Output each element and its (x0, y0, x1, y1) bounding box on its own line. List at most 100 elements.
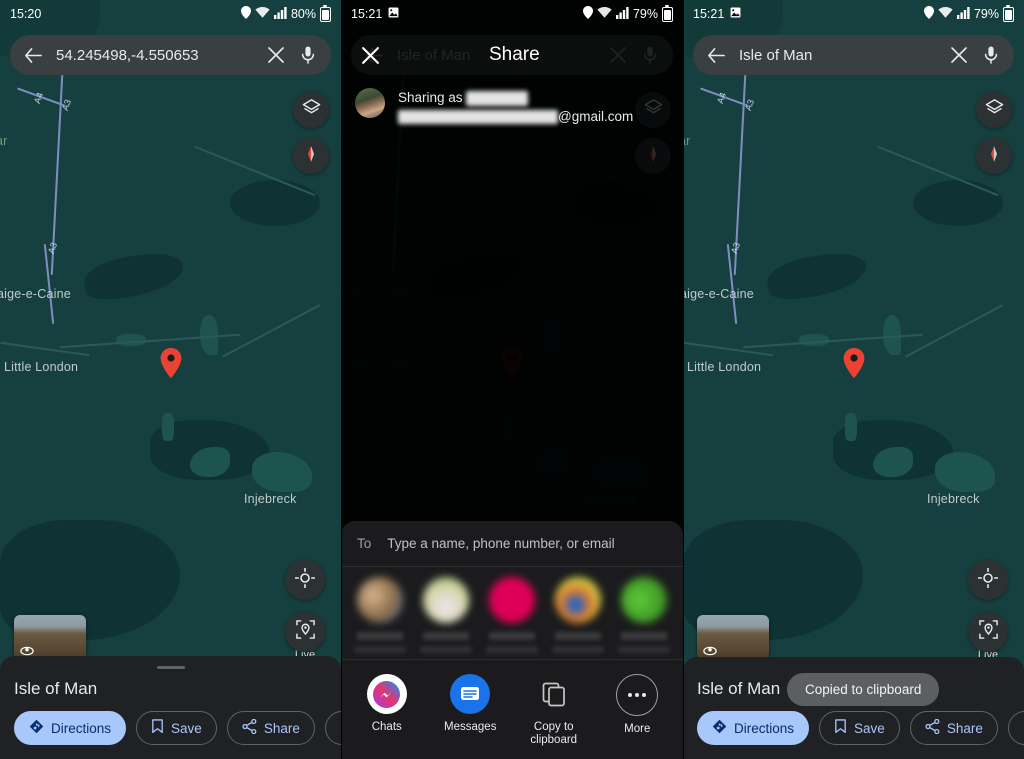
share-label: Share (946, 720, 983, 736)
contact-item[interactable] (481, 577, 543, 653)
messenger-icon (366, 674, 407, 714)
screenshot-icon (730, 7, 741, 21)
panel-search-result: laige-e-CaineLittle LondonInjebreckEast … (0, 0, 341, 759)
recipient-input[interactable]: Type a name, phone number, or email (387, 536, 614, 551)
contact-item[interactable] (349, 577, 411, 653)
close-icon[interactable] (359, 44, 381, 66)
street-view-thumbnail[interactable] (14, 615, 86, 659)
live-view-button[interactable]: Live (968, 612, 1008, 661)
contact-name (489, 632, 535, 640)
live-view-circle[interactable] (968, 612, 1008, 652)
bookmark-icon (834, 719, 847, 737)
microphone-icon[interactable] (297, 44, 319, 66)
drag-handle[interactable] (156, 666, 185, 669)
contact-item[interactable] (547, 577, 609, 653)
map-place-label: ar (683, 134, 691, 148)
panel-copied-result: laige-e-CaineLittle LondonInjebreckEast … (683, 0, 1024, 759)
bookmark-icon (151, 719, 164, 737)
contact-item[interactable] (415, 577, 477, 653)
sharing-as-prefix: Sharing as (398, 90, 463, 105)
compass-icon (302, 145, 320, 168)
map-place-label: Injebreck (244, 492, 297, 506)
map-terrain-shape (913, 180, 1003, 226)
share-target-copy[interactable]: Copy to clipboard (512, 674, 596, 747)
share-target-chats[interactable]: Chats (345, 674, 429, 747)
share-target-label: Messages (444, 721, 497, 733)
search-bar[interactable]: Isle of Man (693, 35, 1014, 75)
contact-name (357, 632, 403, 640)
more-icon (616, 674, 659, 716)
contact-avatar (423, 577, 469, 623)
map-place-label: Little London (4, 360, 79, 374)
place-actions: Directions Save Share Lab (683, 711, 1024, 759)
map-place-label: laige-e-Caine (683, 287, 754, 301)
pano-icon (703, 643, 717, 656)
layers-icon (985, 98, 1004, 122)
panel-divider (683, 0, 684, 759)
share-label: Share (263, 720, 300, 736)
back-arrow-icon[interactable] (705, 44, 727, 66)
live-view-button[interactable]: Live (285, 612, 325, 661)
back-arrow-icon[interactable] (22, 44, 44, 66)
map-marker[interactable] (843, 348, 865, 378)
contact-detail (420, 646, 472, 653)
layers-icon (302, 98, 321, 122)
contact-detail (552, 646, 604, 653)
share-button[interactable]: Share (226, 711, 315, 745)
place-title: Isle of Man (14, 679, 98, 698)
live-view-icon (295, 619, 316, 645)
share-target-label: More (624, 723, 651, 735)
close-icon[interactable] (265, 44, 287, 66)
contact-item[interactable] (613, 577, 675, 653)
directions-label: Directions (51, 720, 112, 736)
save-button[interactable]: Save (136, 711, 217, 745)
directions-button[interactable]: Directions (697, 711, 810, 745)
status-left: 15:20 (10, 7, 41, 21)
screenshot-icon (388, 7, 399, 21)
battery-percent: 80% (290, 7, 316, 21)
directions-icon (712, 719, 727, 737)
my-location-button[interactable] (285, 560, 325, 600)
directions-button[interactable]: Directions (14, 711, 127, 745)
map-marker[interactable] (160, 348, 182, 378)
share-button[interactable]: Share (909, 711, 998, 745)
map-place-label: laige-e-Caine (0, 287, 71, 301)
copy-icon (534, 674, 574, 714)
messages-icon (450, 674, 491, 714)
compass-icon (985, 145, 1003, 168)
search-input[interactable]: Isle of Man (739, 47, 948, 64)
wifi-icon (255, 6, 270, 22)
share-target-more[interactable]: More (596, 674, 680, 747)
layers-button[interactable] (293, 92, 329, 128)
sharing-as-row: Sharing as @gmail.com (341, 88, 683, 126)
status-left: 15:21 (693, 7, 741, 21)
map-minor-road (0, 341, 90, 356)
search-input[interactable]: 54.245498,-4.550653 (56, 47, 265, 64)
status-right: 80% (240, 4, 331, 22)
microphone-icon[interactable] (980, 44, 1002, 66)
street-view-thumbnail[interactable] (697, 615, 769, 659)
my-location-button[interactable] (968, 560, 1008, 600)
map-terrain-shape (81, 249, 187, 303)
status-right: 79% (582, 4, 673, 22)
recipient-field[interactable]: To Type a name, phone number, or email (341, 521, 683, 567)
close-icon[interactable] (948, 44, 970, 66)
layers-button[interactable] (976, 92, 1012, 128)
label-button[interactable]: Lab (324, 711, 341, 745)
save-label: Save (854, 720, 885, 736)
compass-button[interactable] (293, 138, 329, 174)
live-view-circle[interactable] (285, 612, 325, 652)
label-button[interactable]: Lab (1007, 711, 1024, 745)
save-button[interactable]: Save (819, 711, 900, 745)
map-road-label: A3 (728, 241, 743, 255)
share-target-messages[interactable]: Messages (429, 674, 513, 747)
compass-button[interactable] (976, 138, 1012, 174)
search-bar[interactable]: 54.245498,-4.550653 (10, 35, 331, 75)
location-icon (923, 6, 934, 22)
map-terrain-shape (230, 180, 320, 226)
map-green-area (252, 452, 312, 492)
email-suffix: @gmail.com (558, 109, 634, 124)
contact-name (621, 632, 667, 640)
signal-icon (956, 6, 970, 22)
pano-icon (20, 643, 34, 656)
